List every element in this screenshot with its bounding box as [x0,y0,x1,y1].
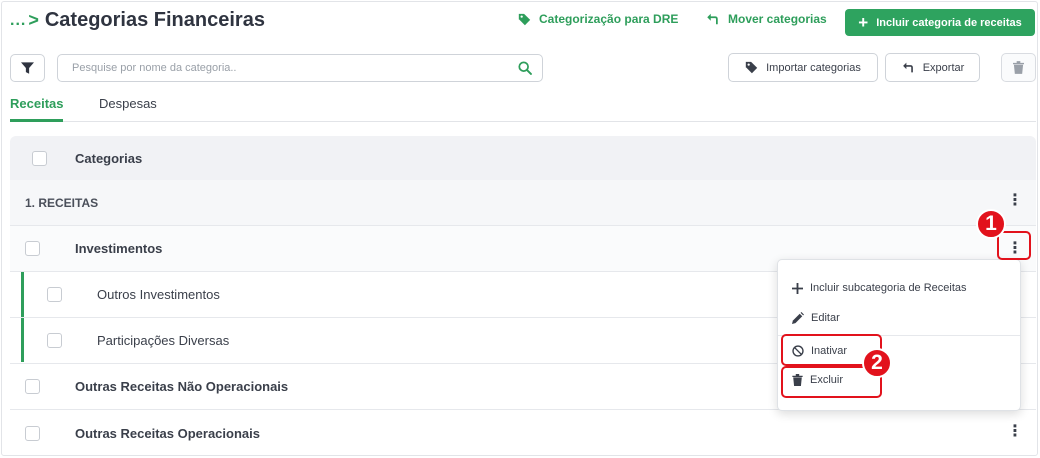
menu-item-label: Incluir subcategoria de Receitas [810,282,967,294]
plus-icon: + [858,12,869,32]
row-checkbox[interactable] [47,333,62,348]
row-checkbox[interactable] [47,287,62,302]
tag-icon [745,61,758,74]
menu-item-add-subcategory[interactable]: Incluir subcategoria de Receitas [792,282,967,294]
search-box [57,54,543,82]
annotation-badge-step2: 2 [862,348,892,378]
filter-button[interactable] [10,54,45,82]
tab-receitas[interactable]: Receitas [10,96,63,111]
kebab-icon: ⋮ [1007,192,1023,209]
plus-icon [792,282,803,294]
search-icon[interactable] [518,61,532,75]
table-header: Categorias [10,136,1036,180]
table-row-group: 1. RECEITAS ⋮ [10,180,1036,226]
tab-despesas[interactable]: Despesas [99,96,157,111]
category-group-label: 1. RECEITAS [25,195,99,210]
column-header-categories: Categorias [75,150,143,166]
add-revenue-category-button[interactable]: + Incluir categoria de receitas [845,9,1035,36]
tag-icon [518,13,531,25]
filter-icon [21,62,34,74]
export-arrows-icon [902,62,913,73]
category-label: Outras Receitas Operacionais [75,425,260,441]
export-label: Exportar [922,61,965,74]
breadcrumb-ellipsis[interactable]: ... [10,12,26,30]
move-arrows-icon [707,13,718,25]
import-categories-label: Importar categorias [766,61,861,74]
row-menu-button[interactable]: ⋮ [998,418,1032,446]
annotation-highlight-kebab [997,231,1031,260]
move-categories-link[interactable]: Mover categorias [705,12,827,26]
import-categories-button[interactable]: Importar categorias [728,53,878,82]
pencil-icon [792,312,804,324]
subcategory-label: Outros Investimentos [97,287,220,302]
row-checkbox[interactable] [25,425,40,441]
page-title: Categorias Financeiras [44,9,265,31]
table-row: Outras Receitas Operacionais ⋮ [10,410,1036,456]
menu-item-label: Editar [811,312,840,324]
subcategory-label: Participações Diversas [97,333,230,348]
add-revenue-category-label: Incluir categoria de receitas [876,16,1022,29]
search-input[interactable] [72,62,518,74]
page-header: ... > Categorias Financeiras [10,9,265,32]
active-tab-indicator [10,119,63,122]
category-label: Outras Receitas Não Operacionais [75,379,289,394]
menu-item-edit[interactable]: Editar [792,312,840,324]
dre-categorization-link[interactable]: Categorização para DRE [518,12,678,26]
trash-icon [1013,61,1024,74]
move-categories-label: Mover categorias [728,12,827,26]
dre-categorization-label: Categorização para DRE [539,12,679,26]
breadcrumb-separator: > [28,10,39,30]
kebab-icon: ⋮ [1007,423,1023,440]
category-label: Investimentos [75,241,163,256]
delete-selected-button[interactable] [1001,53,1036,82]
row-checkbox[interactable] [25,241,40,256]
tabs-bar: Receitas Despesas [10,94,1036,122]
select-all-checkbox[interactable] [32,150,47,166]
export-button[interactable]: Exportar [885,53,980,82]
annotation-badge-step1: 1 [976,209,1006,239]
row-checkbox[interactable] [25,379,40,394]
row-menu-button[interactable]: ⋮ [998,187,1032,215]
